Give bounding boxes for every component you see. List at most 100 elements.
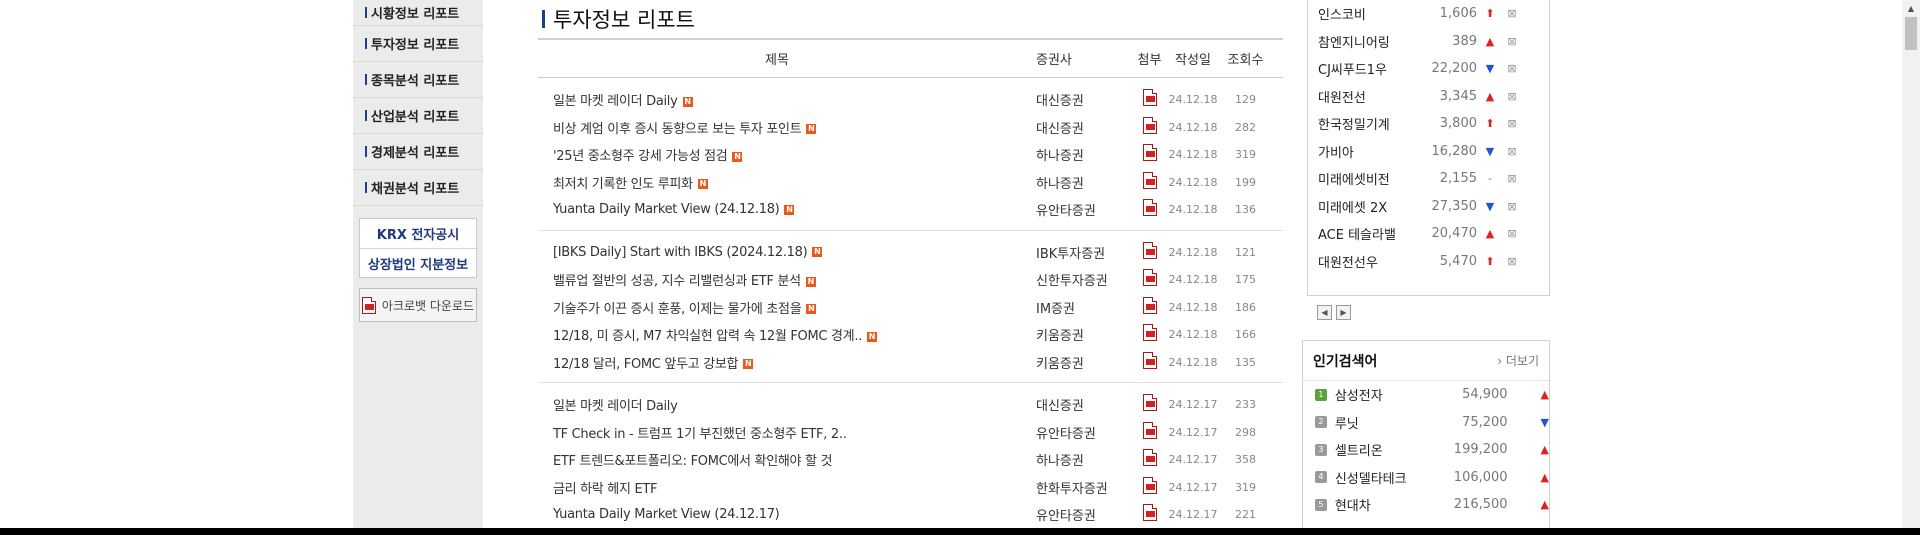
pdf-icon[interactable] [1142, 504, 1157, 522]
more-link[interactable]: › 더보기 [1497, 352, 1539, 369]
acrobat-download-button[interactable]: 아크로뱃 다운로드 [359, 288, 477, 322]
list-item: 미래에셋비전 2,155- ⊠ [1308, 165, 1549, 193]
table-row: 일본 마켓 레이더 Daily 대신증권 24.12.17 233 [538, 391, 1283, 419]
pdf-icon[interactable] [1142, 421, 1157, 439]
content-gap [483, 0, 521, 535]
remove-icon[interactable]: ⊠ [1503, 35, 1521, 48]
pdf-icon[interactable] [1142, 476, 1157, 494]
pdf-icon[interactable] [1142, 296, 1157, 314]
stock-price: 22,200 [1431, 61, 1478, 77]
popular-stock-link[interactable]: 현대차 [1335, 495, 1449, 514]
pdf-icon[interactable] [1142, 394, 1157, 412]
pdf-icon[interactable] [1142, 89, 1157, 107]
new-badge-icon: N [806, 304, 817, 315]
report-title-link[interactable]: 밸류업 절반의 성공, 지수 리밸런싱과 ETF 분석 [553, 274, 801, 289]
vertical-scrollbar[interactable]: ▲ [1902, 0, 1920, 528]
krx-disclosure-link[interactable]: KRX 전자공시 [360, 219, 476, 248]
views-cell: 319 [1235, 480, 1256, 494]
report-title-link[interactable]: Yuanta Daily Market View (24.12.18) [553, 202, 780, 217]
date-cell: 24.12.18 [1168, 148, 1218, 162]
popular-stock-link[interactable]: 셀트리온 [1335, 440, 1449, 459]
report-title-link[interactable]: TF Check in - 트럼프 1기 부진했던 중소형주 ETF, 2.. [553, 427, 847, 442]
report-title-link[interactable]: 금리 하락 헤지 ETF [553, 482, 658, 497]
views-cell: 175 [1235, 273, 1256, 287]
scroll-thumb[interactable] [1905, 17, 1917, 50]
remove-icon[interactable]: ⊠ [1503, 172, 1521, 185]
pdf-icon[interactable] [1142, 324, 1157, 342]
trend-up-icon: ▲ [1540, 470, 1550, 484]
pdf-icon[interactable] [1142, 269, 1157, 287]
report-group: [IBKS Daily] Start with IBKS (2024.12.18… [538, 231, 1283, 383]
report-title-link[interactable]: 일본 마켓 레이더 Daily [553, 399, 678, 414]
stock-name-link[interactable]: 대원전선우 [1318, 252, 1423, 271]
attachment-cell [1131, 504, 1168, 525]
report-title-cell: ETF 트렌드&포트폴리오: FOMC에서 확인해야 할 것 [538, 450, 1016, 469]
sidebar-item-industry-report[interactable]: 산업분석 리포트 [353, 98, 483, 134]
remove-icon[interactable]: ⊠ [1503, 255, 1521, 268]
stock-name-link[interactable]: ACE 테슬라밸 [1318, 224, 1423, 243]
report-title-link[interactable]: 12/18 달러, FOMC 앞두고 강보합 [553, 357, 739, 372]
report-title-link[interactable]: [IBKS Daily] Start with IBKS (2024.12.18… [553, 245, 808, 260]
broker-cell: 한화투자증권 [1036, 481, 1108, 497]
list-item: 1 삼성전자 54,900 ▲ [1303, 381, 1549, 409]
report-title-link[interactable]: 비상 계엄 이후 증시 동향으로 보는 투자 포인트 [553, 122, 802, 137]
report-title-link[interactable]: 12/18, 미 증시, M7 차익실현 압력 속 12월 FOMC 경계.. [553, 329, 862, 344]
header-title: 제목 [765, 53, 789, 68]
report-title-link[interactable]: ETF 트렌드&포트폴리오: FOMC에서 확인해야 할 것 [553, 454, 832, 469]
pdf-icon[interactable] [1142, 144, 1157, 162]
attachment-cell [1131, 241, 1168, 263]
popular-stock-link[interactable]: 신성델타테크 [1335, 468, 1449, 487]
popular-stock-link[interactable]: 루닛 [1335, 413, 1449, 432]
report-title-link[interactable]: 최저치 기록한 인도 루피화 [553, 177, 693, 192]
remove-icon[interactable]: ⊠ [1503, 7, 1521, 20]
sidebar-item-investment-report[interactable]: 투자정보 리포트 [353, 26, 483, 62]
report-title-link[interactable]: 기술주가 이끈 증시 훈풍, 이제는 물가에 초점을 [553, 302, 802, 317]
report-group: 일본 마켓 레이더 Daily 대신증권 24.12.17 233 TF Check i… [538, 383, 1283, 535]
stock-name-link[interactable]: 대원전선 [1318, 87, 1423, 106]
popular-stock-link[interactable]: 삼성전자 [1335, 385, 1449, 404]
report-title-link[interactable]: '25년 중소형주 강세 가능성 점검 [553, 149, 728, 164]
stock-name-link[interactable]: 인스코비 [1318, 4, 1423, 23]
remove-icon[interactable]: ⊠ [1503, 90, 1521, 103]
remove-icon[interactable]: ⊠ [1503, 117, 1521, 130]
remove-icon[interactable]: ⊠ [1503, 227, 1521, 240]
remove-icon[interactable]: ⊠ [1503, 200, 1521, 213]
sidebar-item-stock-report[interactable]: 종목분석 리포트 [353, 62, 483, 98]
rank-badge-icon: 3 [1315, 443, 1327, 456]
pdf-icon[interactable] [1142, 199, 1157, 217]
pdf-icon[interactable] [1142, 351, 1157, 369]
pdf-icon[interactable] [1142, 116, 1157, 134]
stock-name-link[interactable]: CJ씨푸드1우 [1318, 59, 1423, 78]
stock-name-link[interactable]: 미래에셋비전 [1318, 169, 1423, 188]
sidebar-item-economy-report[interactable]: 경제분석 리포트 [353, 134, 483, 170]
pdf-icon[interactable] [1142, 241, 1157, 259]
report-title-link[interactable]: 일본 마켓 레이더 Daily [553, 94, 678, 109]
sidebar-item-market-report[interactable]: 시황정보 리포트 [353, 0, 483, 26]
views-cell: 233 [1235, 398, 1256, 412]
next-page-button[interactable]: ▶ [1336, 305, 1351, 320]
stock-name-link[interactable]: 미래에셋 2X [1318, 197, 1423, 216]
pdf-icon[interactable] [1142, 171, 1157, 189]
trend-up-icon: ⬆ [1485, 7, 1495, 21]
remove-icon[interactable]: ⊠ [1503, 145, 1521, 158]
remove-icon[interactable]: ⊠ [1503, 62, 1521, 75]
equity-info-link[interactable]: 상장법인 지분정보 [360, 248, 476, 277]
pdf-icon[interactable] [1142, 449, 1157, 467]
stock-name-link[interactable]: 가비아 [1318, 142, 1423, 161]
broker-cell: 대신증권 [1036, 399, 1084, 415]
report-title-link[interactable]: Yuanta Daily Market View (24.12.17) [553, 507, 780, 522]
broker-cell: 대신증권 [1036, 94, 1084, 110]
stock-name-link[interactable]: 참엔지니어링 [1318, 32, 1423, 51]
date-cell: 24.12.17 [1168, 453, 1218, 467]
stock-name-link[interactable]: 한국정밀기계 [1318, 114, 1423, 133]
sidebar-item-bond-report[interactable]: 채권분석 리포트 [353, 170, 483, 206]
prev-page-button[interactable]: ◀ [1317, 305, 1332, 320]
new-badge-icon: N [732, 151, 743, 162]
report-title-cell: 12/18, 미 증시, M7 차익실현 압력 속 12월 FOMC 경계.. N [538, 325, 1016, 344]
scroll-up-arrow-icon[interactable]: ▲ [1902, 0, 1920, 16]
sidebar-item-label: 종목분석 리포트 [371, 74, 460, 89]
list-item: 미래에셋 2X 27,350 ▼ ⊠ [1308, 193, 1549, 221]
popular-stock-price: 75,200 [1462, 414, 1508, 430]
table-row: 일본 마켓 레이더 Daily N 대신증권 24.12.18 129 [538, 86, 1283, 114]
list-item: 대원전선 3,345 ▲ ⊠ [1308, 83, 1549, 111]
